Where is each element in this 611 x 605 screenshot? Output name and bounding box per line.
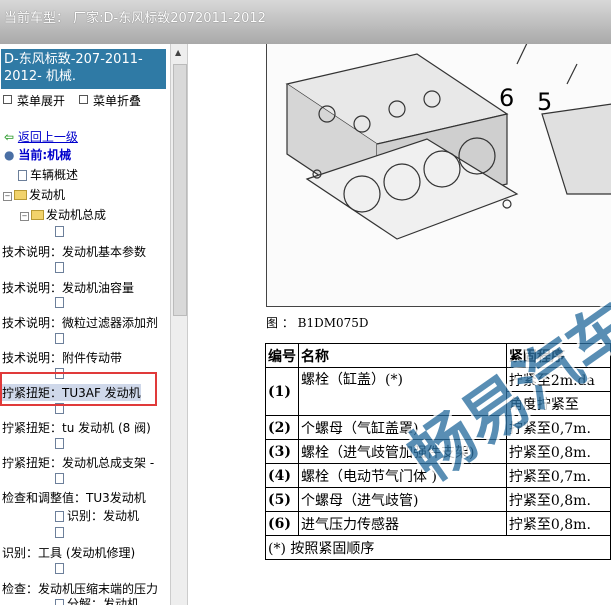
scroll-up-icon[interactable]: ▲: [175, 48, 181, 57]
figure-caption: 图 ： B1DM075D: [266, 316, 369, 330]
tree-item-engine-assembly[interactable]: − 发动机总成: [20, 206, 106, 223]
engine-diagram: 6 5: [266, 44, 611, 307]
document-icon: [55, 331, 67, 345]
document-icon: [55, 511, 64, 522]
collapse-node-icon: −: [3, 192, 12, 201]
column-header: 编号: [265, 343, 299, 368]
collapse-icon: [79, 95, 88, 104]
tree-item-overview[interactable]: 车辆概述: [18, 166, 78, 183]
document-icon: [55, 436, 67, 450]
tree-item-engine[interactable]: − 发动机: [3, 186, 65, 203]
tree-item-oil-capacity[interactable]: 技术说明：发动机油容量: [2, 279, 134, 296]
tree-item-filter-additive[interactable]: 技术说明：微粒过滤器添加剂: [2, 314, 158, 331]
cylinder-head-illustration: [285, 44, 611, 240]
collapse-menu-button[interactable]: 菜单折叠: [79, 92, 141, 109]
user-icon: ●: [4, 148, 15, 162]
callout-5: 5: [537, 88, 553, 116]
tree-item-basic-params[interactable]: 技术说明：发动机基本参数: [2, 243, 146, 260]
highlight-box: [0, 372, 157, 406]
folder-icon: [31, 210, 44, 220]
table-footnote: (*) 按照紧固顺序: [265, 535, 611, 560]
document-icon: [18, 170, 27, 181]
content-pane: 6 5 图 ： B1DM075D 编号 名称 紧固程序 (1) 螺栓（缸盖）(*…: [188, 44, 611, 605]
sidebar: D-东风标致-207-2011-2012- 机械. 菜单展开 菜单折叠 ⇦ 返回…: [0, 44, 170, 605]
scrollbar-thumb[interactable]: [173, 64, 187, 316]
callout-6: 6: [499, 84, 515, 112]
tree-item-tu3-check[interactable]: 检查和调整值：TU3发动机: [2, 489, 146, 506]
document-icon: [55, 599, 64, 605]
tree-item-disassembly[interactable]: 分解：发动机: [55, 595, 139, 605]
document-icon: [55, 224, 67, 238]
vehicle-title: 当前车型： 厂家:D-东风标致2072011-2012: [4, 11, 266, 26]
title-bar: 当前车型： 厂家:D-东风标致2072011-2012: [0, 0, 611, 44]
document-icon: [55, 561, 67, 575]
document-icon: [55, 525, 67, 539]
expand-icon: [3, 95, 12, 104]
expand-menu-button[interactable]: 菜单展开: [3, 92, 65, 109]
current-node: ● 当前:机械: [4, 148, 72, 162]
collapse-node-icon: −: [20, 212, 29, 221]
sidebar-title: D-东风标致-207-2011-2012- 机械.: [1, 49, 166, 89]
folder-icon: [14, 190, 27, 200]
document-icon: [55, 471, 67, 485]
document-icon: [55, 260, 67, 274]
back-link[interactable]: ⇦ 返回上一级: [4, 128, 78, 145]
tree-item-engine-id[interactable]: 识别：发动机: [55, 507, 139, 524]
sidebar-scrollbar[interactable]: ▲: [170, 44, 188, 605]
back-arrow-icon: ⇦: [4, 130, 15, 144]
tree-item-mount-torque[interactable]: 拧紧扭矩：发动机总成支架 -: [2, 454, 154, 471]
tree-item-tu-8v-torque[interactable]: 拧紧扭矩：tu 发动机 (8 阀): [2, 419, 151, 436]
tree-item-accessory-belt[interactable]: 技术说明：附件传动带: [2, 349, 122, 366]
table-footnote-row: (*) 按照紧固顺序: [265, 535, 611, 560]
table-row: (6) 进气压力传感器 拧紧至0,8m.: [265, 511, 611, 536]
tree-item-tools-id[interactable]: 识别：工具 (发动机修理): [2, 544, 135, 561]
document-icon: [55, 295, 67, 309]
